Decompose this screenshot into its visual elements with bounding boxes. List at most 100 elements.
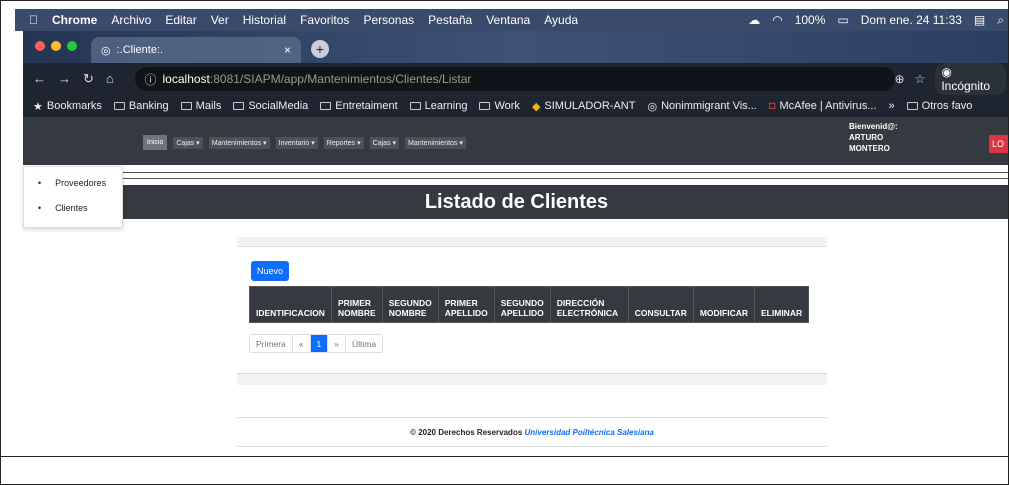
nav-cajas[interactable]: Cajas ▾	[173, 136, 203, 149]
col-modificar[interactable]: MODIFICAR	[692, 286, 756, 323]
menu-favoritos[interactable]: Favoritos	[300, 13, 349, 27]
folder-icon	[113, 102, 125, 110]
new-client-button[interactable]: Nuevo	[251, 261, 290, 281]
menu-personas[interactable]: Personas	[363, 13, 414, 27]
screenshot-frame:  Chrome Archivo Editar Ver Historial Fa…	[0, 0, 1009, 485]
clients-table: IDENTIFICACION PRIMER NOMBRE SEGUNDO NOM…	[249, 286, 810, 323]
col-primer-apellido[interactable]: PRIMER APELLIDO	[437, 286, 495, 323]
nav-inventario[interactable]: Inventario ▾	[275, 136, 318, 149]
bookmark-mails[interactable]: Mails	[180, 100, 221, 112]
close-window-icon[interactable]	[35, 41, 45, 51]
dropdown-item-clientes[interactable]: • Clientes	[38, 203, 88, 213]
folder-icon	[906, 102, 918, 110]
incognito-badge[interactable]: ◉ Incógnito	[935, 63, 1006, 95]
col-segundo-nombre[interactable]: SEGUNDO NOMBRE	[381, 286, 439, 323]
nav-inicio[interactable]: Inicio	[143, 135, 168, 150]
bookmark-banking[interactable]: Banking	[113, 100, 169, 112]
spotlight-search-icon[interactable]: ⌕	[997, 13, 1004, 28]
folder-icon	[479, 102, 491, 110]
cloud-icon[interactable]: ☁	[748, 13, 760, 27]
page-title: Listado de Clientes	[23, 185, 1008, 219]
maximize-window-icon[interactable]	[67, 41, 77, 51]
divider	[23, 172, 1008, 173]
footer-text: © 2020 Derechos Reservados	[410, 428, 523, 437]
footer: © 2020 Derechos Reservados Universidad P…	[237, 417, 827, 447]
page-1[interactable]: 1	[310, 335, 329, 352]
logout-button[interactable]: LO	[989, 135, 1008, 153]
bookmark-otros[interactable]: Otros favo	[906, 100, 972, 112]
battery-label[interactable]: 100%	[795, 13, 826, 27]
zoom-icon[interactable]: ⊕	[895, 72, 905, 86]
menu-ventana[interactable]: Ventana	[486, 13, 530, 27]
browser-tab[interactable]: ◎ :.Cliente:. ×	[91, 37, 301, 63]
menu-archivo[interactable]: Archivo	[111, 13, 151, 27]
bookmark-socialmedia[interactable]: SocialMedia	[233, 100, 308, 112]
page-next[interactable]: »	[328, 335, 346, 352]
battery-icon: ▭	[837, 13, 849, 27]
page-last[interactable]: Última	[346, 335, 382, 352]
col-direccion-electronica[interactable]: DIRECCIÓN ELECTRÓNICA	[549, 286, 629, 323]
mcafee-icon: ◘	[768, 100, 776, 112]
mantenimientos-dropdown: • Proveedores • Clientes	[23, 166, 123, 228]
col-consultar[interactable]: CONSULTAR	[627, 286, 694, 323]
bookmark-bookmarks[interactable]: ★ Bookmarks	[33, 100, 102, 113]
close-tab-icon[interactable]: ×	[284, 43, 291, 57]
apple-icon[interactable]: 	[29, 13, 38, 27]
nav-cajas-2[interactable]: Cajas ▾	[369, 136, 400, 149]
page-first[interactable]: Primera	[250, 335, 293, 352]
divider	[1, 456, 1008, 457]
menu-editar[interactable]: Editar	[165, 13, 196, 27]
bookmarks-bar: ★ Bookmarks Banking Mails SocialMedia Ent…	[23, 95, 1008, 117]
bookmarks-overflow[interactable]: »	[889, 100, 895, 112]
divider	[23, 178, 1008, 179]
bookmark-mcafee[interactable]: ◘ McAfee | Antivirus...	[769, 100, 877, 112]
menu-pestana[interactable]: Pestaña	[428, 13, 472, 27]
nav-mantenimientos-2[interactable]: Mantenimientos ▾	[405, 136, 466, 149]
folder-icon	[180, 102, 192, 110]
url-input[interactable]: ⓘ localhost:8081/SIAPM/app/Mantenimiento…	[134, 67, 895, 91]
menu-chrome[interactable]: Chrome	[52, 13, 97, 27]
menu-ayuda[interactable]: Ayuda	[544, 13, 578, 27]
back-icon[interactable]: ←	[33, 71, 46, 87]
app-navbar: Inicio Cajas ▾ Mantenimientos ▾ Inventar…	[23, 117, 1008, 165]
bookmark-nonimmigrant[interactable]: ◎ Nonimmigrant Vis...	[647, 100, 756, 113]
col-identificacion[interactable]: IDENTIFICACION	[249, 286, 332, 323]
col-eliminar[interactable]: ELIMINAR	[754, 286, 810, 323]
dropdown-item-proveedores[interactable]: • Proveedores	[38, 178, 106, 188]
clock[interactable]: Dom ene. 24 11:33	[861, 13, 962, 27]
home-icon[interactable]: ⌂	[106, 71, 114, 87]
user-last-name: MONTERO	[849, 144, 890, 153]
url-host: localhost	[162, 72, 210, 86]
folder-icon	[320, 102, 332, 110]
forward-icon[interactable]: →	[58, 71, 71, 87]
bullet-icon: •	[38, 178, 42, 188]
bookmark-simulador[interactable]: ◆ SIMULADOR-ANT	[532, 100, 636, 113]
bullet-icon: •	[38, 203, 42, 213]
simulator-icon: ◆	[531, 100, 541, 113]
footer-link[interactable]: Universidad Poiltécnica Salesiana	[525, 428, 654, 437]
col-segundo-apellido[interactable]: SEGUNDO APELLIDO	[493, 286, 551, 323]
pagination: Primera « 1 » Última	[249, 334, 384, 353]
nav-reportes[interactable]: Reportes ▾	[323, 136, 364, 149]
minimize-window-icon[interactable]	[51, 41, 61, 51]
menu-ver[interactable]: Ver	[211, 13, 229, 27]
star-icon: ★	[33, 100, 43, 113]
user-first-name: ARTURO	[849, 133, 884, 142]
menu-historial[interactable]: Historial	[243, 13, 286, 27]
bookmark-work[interactable]: Work	[479, 100, 520, 112]
nav-mantenimientos[interactable]: Mantenimientos ▾	[208, 136, 270, 149]
star-icon[interactable]: ☆	[915, 72, 926, 86]
bookmark-learning[interactable]: Learning	[409, 100, 467, 112]
tab-title: :.Cliente:.	[116, 44, 164, 56]
welcome-label: Bienvenid@:	[849, 122, 898, 131]
welcome-user: Bienvenid@: ARTURO MONTERO	[849, 121, 898, 154]
flag-icon[interactable]: ▤	[974, 13, 985, 27]
wifi-icon[interactable]: ◠	[772, 13, 782, 27]
new-tab-button[interactable]: +	[311, 40, 329, 58]
col-primer-nombre[interactable]: PRIMER NOMBRE	[330, 286, 383, 323]
reload-icon[interactable]: ↻	[83, 71, 94, 87]
info-icon[interactable]: ⓘ	[145, 71, 157, 88]
tab-strip: ◎ :.Cliente:. × +	[23, 31, 1008, 63]
page-prev[interactable]: «	[293, 335, 311, 352]
bookmark-entretaiment[interactable]: Entretaiment	[320, 100, 398, 112]
